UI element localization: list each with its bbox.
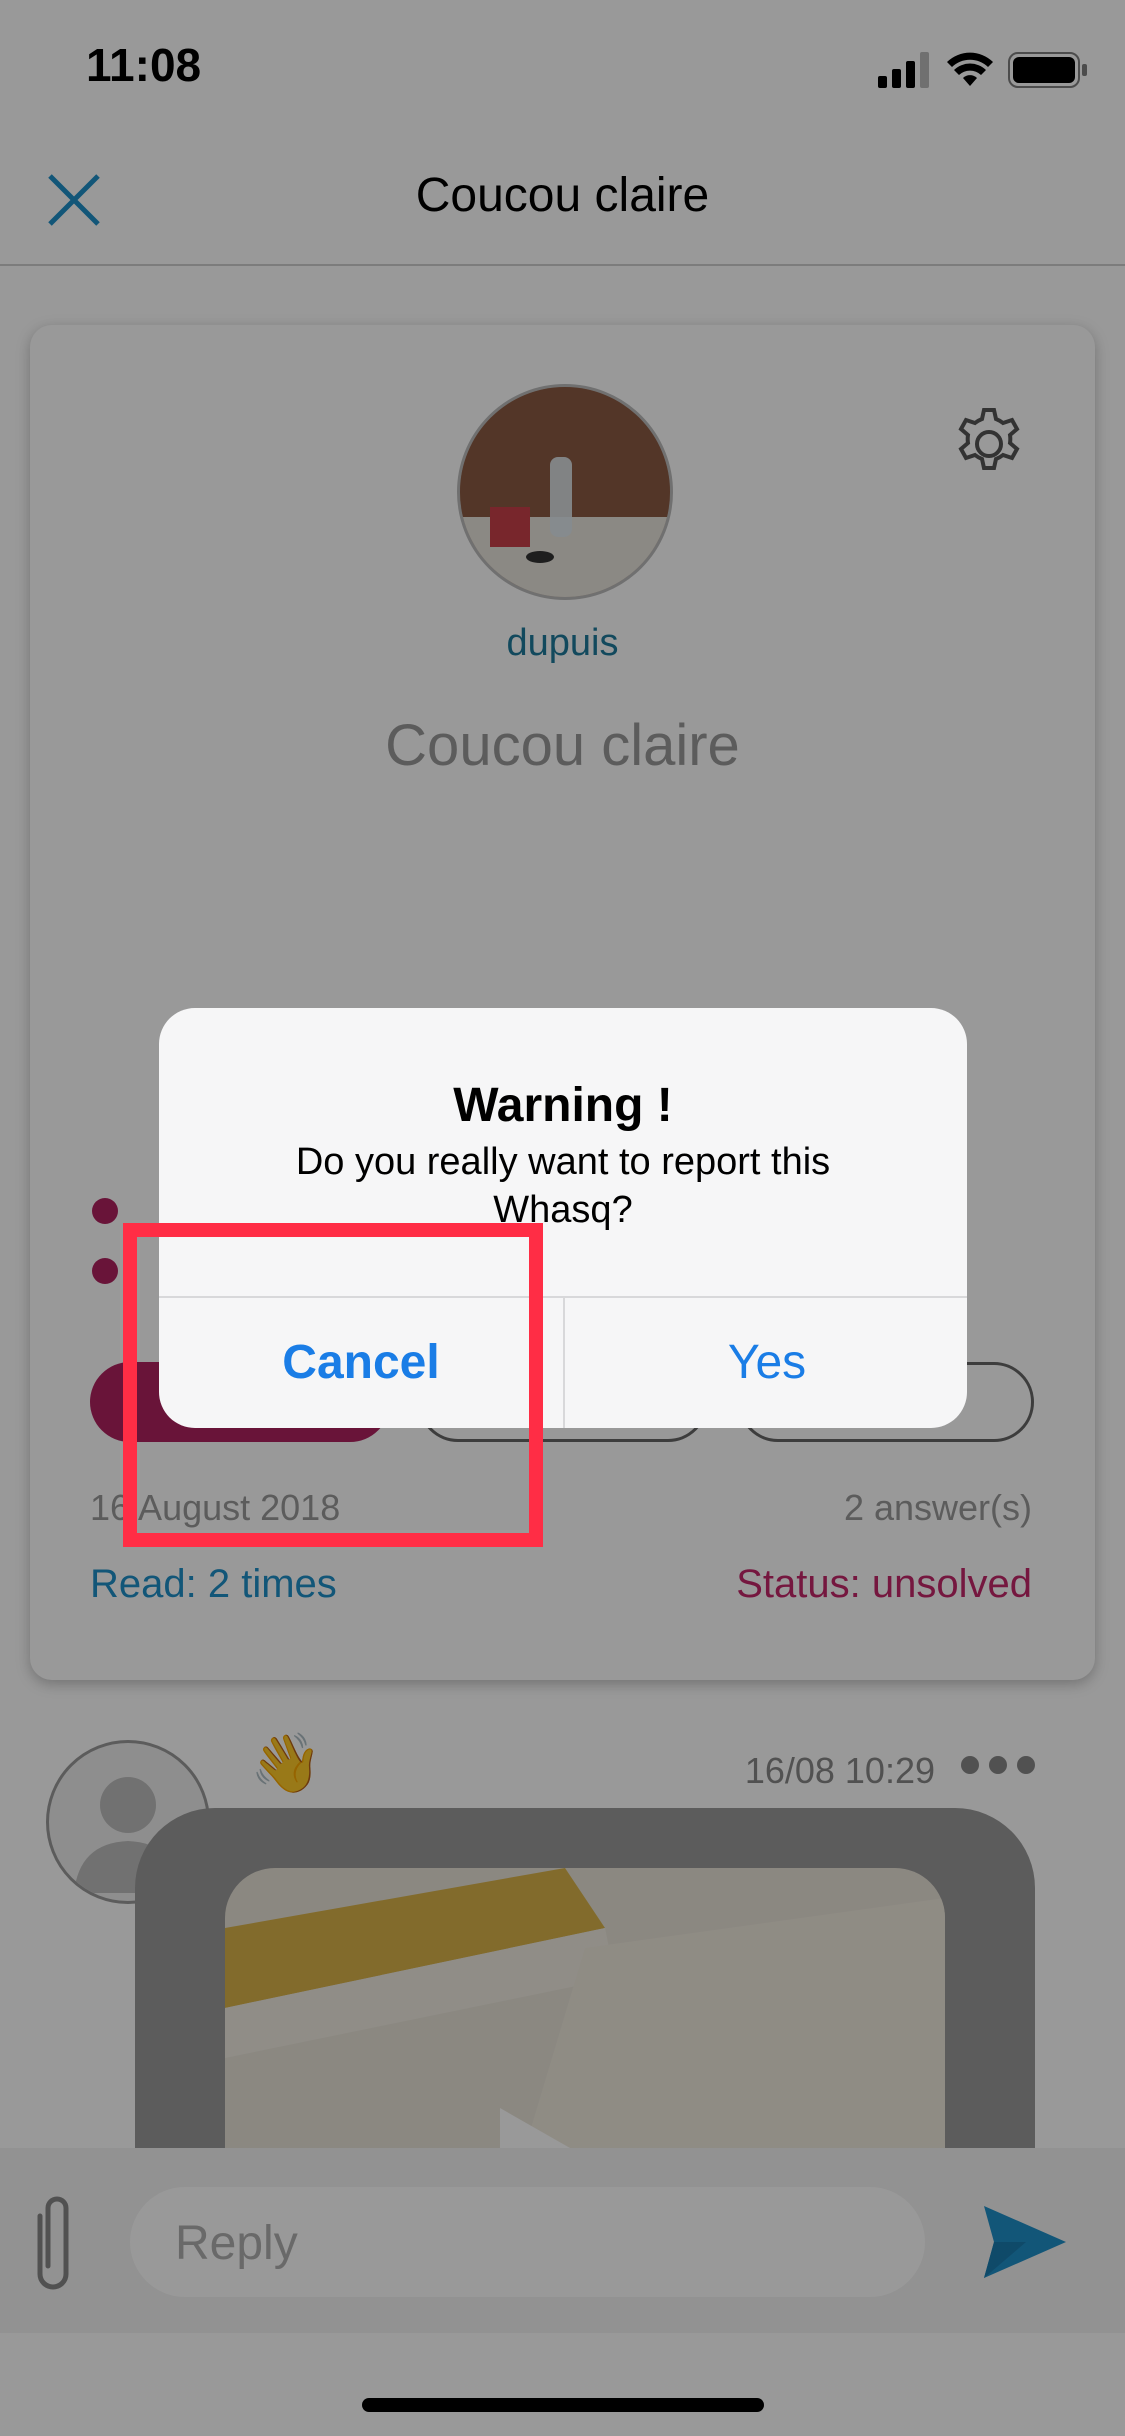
- highlight-box: [123, 1223, 543, 1547]
- alert-message: Do you really want to report this Whasq?: [295, 1141, 831, 1231]
- yes-button[interactable]: Yes: [565, 1298, 967, 1428]
- alert-title: Warning !: [453, 1079, 673, 1132]
